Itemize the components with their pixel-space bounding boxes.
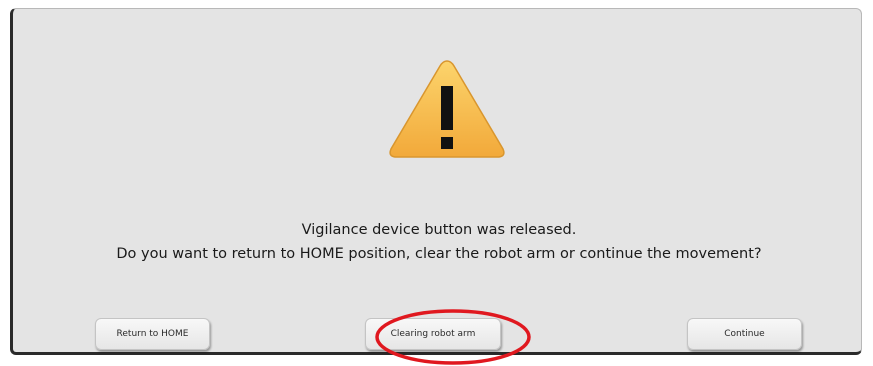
message-line-2: Do you want to return to HOME position, … [116,246,762,262]
continue-button[interactable]: Continue [687,318,802,350]
return-to-home-button[interactable]: Return to HOME [95,318,210,350]
clearing-robot-arm-button[interactable]: Clearing robot arm [365,318,501,350]
dialog-message: Vigilance device button was released. Do… [13,218,865,266]
message-line-1: Vigilance device button was released. [301,222,577,238]
warning-triangle-icon [389,60,505,158]
vigilance-dialog: Vigilance device button was released. Do… [10,8,865,365]
